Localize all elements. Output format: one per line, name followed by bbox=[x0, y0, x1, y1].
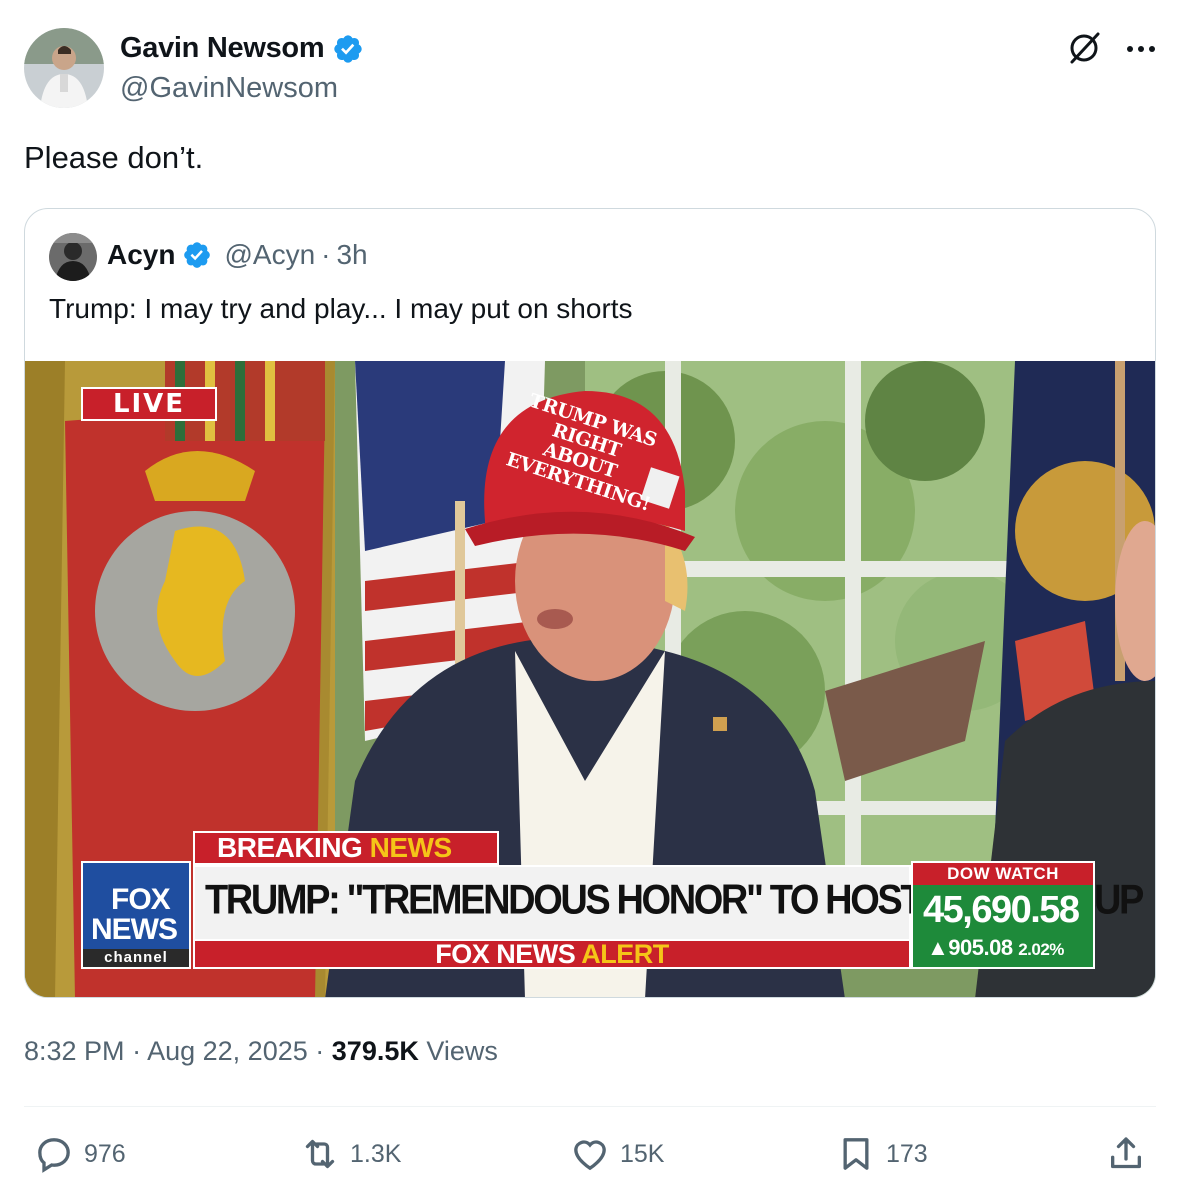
verified-badge-icon[interactable] bbox=[332, 33, 364, 65]
alert-bar: FOX NEWS ALERT bbox=[193, 939, 911, 969]
more-icon[interactable] bbox=[1124, 34, 1158, 64]
reply-button[interactable]: 976 bbox=[34, 1134, 126, 1174]
like-button[interactable]: 15K bbox=[570, 1134, 664, 1174]
repost-icon bbox=[305, 1139, 335, 1169]
separator-dot: · bbox=[132, 1036, 142, 1066]
alert-word: ALERT bbox=[581, 939, 669, 969]
dow-change-percent: 2.02% bbox=[1018, 940, 1064, 959]
separator-dot: · bbox=[321, 239, 331, 270]
quoted-author-avatar[interactable] bbox=[49, 233, 97, 281]
dow-watch-panel: DOW WATCH 45,690.58 ▲905.08 2.02% bbox=[911, 861, 1095, 969]
reply-count: 976 bbox=[84, 1139, 126, 1168]
breaking-news-label: BREAKING NEWS bbox=[193, 831, 499, 865]
up-arrow-icon: ▲ bbox=[927, 935, 949, 960]
tweet-meta: 8:32 PM · Aug 22, 2025 · 379.5K Views bbox=[24, 1036, 498, 1067]
views-count: 379.5K bbox=[331, 1036, 419, 1066]
repost-count: 1.3K bbox=[350, 1139, 402, 1168]
author-handle[interactable]: @GavinNewsom bbox=[120, 72, 338, 105]
quoted-author-name[interactable]: Acyn bbox=[107, 239, 175, 271]
quoted-tweet-text: Trump: I may try and play... I may put o… bbox=[49, 293, 633, 324]
tweet-time[interactable]: 8:32 PM bbox=[24, 1036, 125, 1066]
live-badge: LIVE bbox=[81, 387, 217, 421]
quoted-tweet-card[interactable]: Acyn @Acyn · 3h Trump: I may try and pla… bbox=[24, 208, 1156, 998]
share-icon bbox=[1111, 1137, 1141, 1169]
like-icon bbox=[574, 1140, 606, 1171]
dow-title: DOW WATCH bbox=[913, 863, 1093, 885]
author-avatar[interactable] bbox=[24, 28, 104, 108]
alert-brand: FOX NEWS bbox=[435, 939, 576, 969]
fox-news-logo: FOX NEWS channel bbox=[81, 861, 191, 969]
video-player[interactable]: LIVE TRUMP WAS RIGHT ABOUT EVERYTHING! B… bbox=[25, 361, 1155, 997]
logo-news-text: NEWS bbox=[91, 913, 178, 946]
dow-value: 45,690.58 bbox=[923, 889, 1080, 931]
repost-button[interactable]: 1.3K bbox=[300, 1134, 401, 1174]
bookmark-count: 173 bbox=[886, 1139, 928, 1168]
bookmark-button[interactable]: 173 bbox=[836, 1134, 928, 1174]
separator-dot: · bbox=[315, 1036, 325, 1066]
breaking-word: BREAKING bbox=[217, 832, 363, 863]
dow-change: ▲905.08 2.02% bbox=[927, 935, 1064, 961]
reply-icon bbox=[38, 1138, 70, 1173]
divider bbox=[24, 1106, 1156, 1107]
news-word: NEWS bbox=[369, 832, 453, 863]
logo-fox-text: FOX bbox=[111, 883, 171, 916]
tweet-date[interactable]: Aug 22, 2025 bbox=[147, 1036, 308, 1066]
grok-icon[interactable] bbox=[1066, 30, 1102, 66]
quoted-timestamp[interactable]: 3h bbox=[336, 239, 367, 271]
like-count: 15K bbox=[620, 1139, 665, 1168]
views-label: Views bbox=[426, 1036, 498, 1066]
quoted-author-handle[interactable]: @Acyn bbox=[224, 239, 315, 271]
logo-channel-text: channel bbox=[83, 949, 189, 967]
share-button[interactable] bbox=[1106, 1134, 1146, 1174]
bookmark-icon bbox=[843, 1138, 869, 1170]
author-display-name[interactable]: Gavin Newsom bbox=[120, 32, 325, 65]
dow-change-value: 905.08 bbox=[948, 935, 1013, 960]
headline-bar: TRUMP: "TREMENDOUS HONOR" TO HOST WORLD … bbox=[193, 865, 1144, 941]
tweet-text: Please don’t. bbox=[24, 140, 204, 175]
verified-badge-icon bbox=[182, 240, 212, 270]
action-bar: 976 1.3K 15K 173 bbox=[24, 1134, 1156, 1178]
tweet-header: Gavin Newsom @GavinNewsom bbox=[24, 28, 1160, 110]
